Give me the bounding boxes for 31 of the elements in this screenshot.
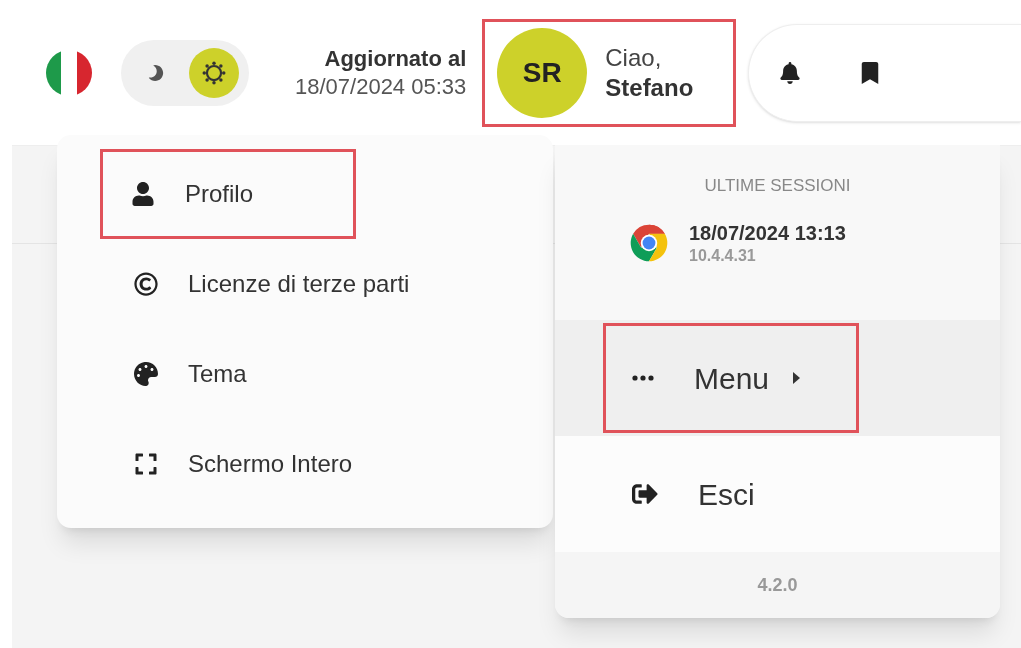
bell-icon[interactable] xyxy=(779,61,802,84)
section-title: ULTIME SESSIONI xyxy=(703,175,852,197)
menu-label: Esci xyxy=(698,476,755,513)
palette-icon xyxy=(134,362,158,386)
person-icon xyxy=(131,182,155,206)
menu-item[interactable]: Menu xyxy=(603,323,859,433)
sun-icon xyxy=(201,59,227,86)
session-ip: 10.4.4.31 xyxy=(689,245,757,266)
user-name: Stefano xyxy=(605,72,694,103)
menu-item[interactable]: Esci xyxy=(603,439,859,549)
fullscreen-icon xyxy=(134,452,158,476)
user-button[interactable]: SR Ciao, Stefano xyxy=(482,18,737,127)
update-label: Aggiornato al xyxy=(324,45,467,73)
submenu-item[interactable]: Profilo xyxy=(100,149,356,239)
session-datetime: 18/07/2024 13:13 xyxy=(689,220,846,246)
caret-icon xyxy=(793,372,801,384)
menu-label: Menu xyxy=(694,360,770,397)
submenu-item[interactable]: Schermo Intero xyxy=(103,419,553,509)
avatar: SR xyxy=(497,27,588,118)
moon-icon xyxy=(148,64,164,81)
logout-icon xyxy=(632,481,658,507)
greeting: Ciao, xyxy=(605,42,663,73)
submenu-item[interactable]: Licenze di terze parti xyxy=(103,239,553,329)
more-icon xyxy=(632,375,654,381)
sun-option[interactable] xyxy=(189,47,239,98)
version-label: 4.2.0 xyxy=(757,573,798,597)
copyright-icon xyxy=(134,272,158,296)
menu-row[interactable]: Menu xyxy=(555,320,1000,436)
submenu-item[interactable]: Tema xyxy=(103,329,553,419)
update-datetime: 18/07/2024 05:33 xyxy=(295,72,467,100)
menu-row[interactable]: Esci xyxy=(555,436,1000,552)
